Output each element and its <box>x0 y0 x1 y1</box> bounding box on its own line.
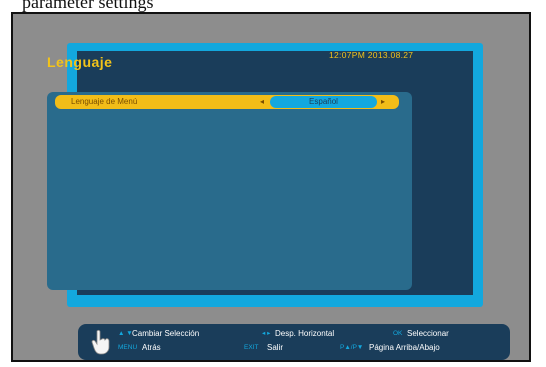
menu-language-label: Lenguaje de Menú <box>71 97 138 106</box>
datetime: 12:07PM 2013.08.27 <box>329 50 414 60</box>
arrow-right-icon[interactable]: ▸ <box>381 96 385 108</box>
help-bar: ▲ ▼ Cambiar Selección ◂ ▸ Desp. Horizont… <box>78 324 510 360</box>
caption-strip: parameter settings <box>0 0 546 12</box>
key-up-down: ▲ ▼ <box>118 330 133 337</box>
key-ok: OK <box>393 330 403 337</box>
screen-title: Lenguaje <box>47 54 113 70</box>
key-menu: MENU <box>118 344 138 351</box>
caption-text: parameter settings <box>22 0 154 12</box>
menu-language-row[interactable]: Lenguaje de Menú ◂ Español ▸ <box>55 95 399 109</box>
help-scroll-horizontal: Desp. Horizontal <box>275 329 335 338</box>
help-page-up-down: Página Arriba/Abajo <box>369 343 440 352</box>
arrow-left-icon[interactable]: ◂ <box>260 96 264 108</box>
key-exit: EXIT <box>244 344 259 351</box>
help-back: Atrás <box>142 343 161 352</box>
key-left-right: ◂ ▸ <box>262 330 271 337</box>
help-select: Seleccionar <box>407 329 449 338</box>
content-area <box>47 92 412 290</box>
help-exit: Salir <box>267 343 284 352</box>
key-page: P▲/P▼ <box>340 344 364 351</box>
help-change-selection: Cambiar Selección <box>132 329 200 338</box>
tv-screen: Lenguaje 12:07PM 2013.08.27 Lenguaje de … <box>11 12 531 362</box>
hand-pointer-icon <box>91 329 110 355</box>
language-value[interactable]: Español <box>270 96 377 108</box>
